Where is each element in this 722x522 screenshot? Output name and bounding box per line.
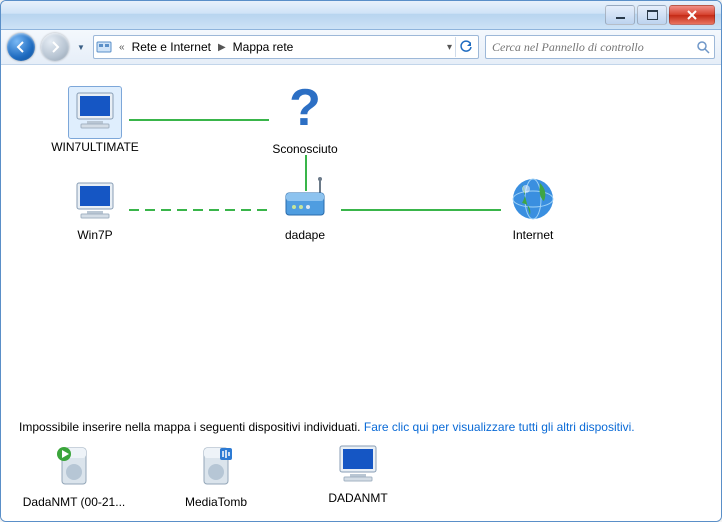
- control-panel-icon: [96, 39, 112, 55]
- nav-history-dropdown[interactable]: ▼: [75, 43, 87, 52]
- network-map: WIN7ULTIMATE ? Sconosciuto Win7P: [35, 83, 699, 318]
- device-dadanmt[interactable]: DADANMT: [303, 442, 413, 509]
- computer-icon: [71, 89, 119, 133]
- question-icon: ?: [281, 81, 329, 137]
- device-label: MediaTomb: [161, 495, 271, 509]
- node-win7p[interactable]: Win7P: [45, 179, 145, 242]
- device-dadanmt-0021[interactable]: DadaNMT (00-21...: [19, 442, 129, 509]
- connection-line: [341, 209, 501, 211]
- connection-line: [129, 119, 269, 121]
- node-router[interactable]: dadape: [255, 177, 355, 242]
- device-mediatomb[interactable]: MediaTomb: [161, 442, 271, 509]
- node-label: dadape: [255, 228, 355, 242]
- content-area: WIN7ULTIMATE ? Sconosciuto Win7P: [1, 65, 721, 521]
- maximize-button[interactable]: [637, 5, 667, 25]
- minimize-button[interactable]: [605, 5, 635, 25]
- chevron-right-icon: ▶: [215, 42, 229, 53]
- device-label: DADANMT: [303, 491, 413, 505]
- breadcrumb-root[interactable]: «: [116, 42, 128, 53]
- back-button[interactable]: [7, 33, 35, 61]
- search-icon: [696, 40, 710, 54]
- media-device-icon: [192, 442, 240, 490]
- show-all-devices-link[interactable]: Fare clic qui per visualizzare tutti gli…: [364, 420, 635, 434]
- media-device-icon: [50, 442, 98, 490]
- node-label: Win7P: [45, 228, 145, 242]
- breadcrumb-part2[interactable]: Mappa rete: [233, 40, 294, 54]
- router-icon: [278, 177, 332, 223]
- footer: Impossibile inserire nella mappa i segue…: [19, 420, 703, 509]
- svg-text:?: ?: [289, 81, 321, 137]
- breadcrumb-part1[interactable]: Rete e Internet: [132, 40, 211, 54]
- connection-line-dashed: [129, 209, 269, 211]
- computer-icon: [334, 442, 382, 486]
- footer-message: Impossibile inserire nella mappa i segue…: [19, 420, 361, 434]
- window: ▼ « Rete e Internet ▶ Mappa rete ▾: [0, 0, 722, 522]
- address-bar[interactable]: « Rete e Internet ▶ Mappa rete ▾: [93, 35, 479, 59]
- device-label: DadaNMT (00-21...: [19, 495, 129, 509]
- titlebar: [1, 1, 721, 30]
- node-label: WIN7ULTIMATE: [45, 140, 145, 154]
- node-label: Internet: [483, 228, 583, 242]
- node-internet[interactable]: Internet: [483, 175, 583, 242]
- node-win7ultimate[interactable]: WIN7ULTIMATE: [45, 87, 145, 154]
- node-label: Sconosciuto: [255, 142, 355, 156]
- search-input[interactable]: [490, 39, 696, 56]
- navbar: ▼ « Rete e Internet ▶ Mappa rete ▾: [1, 30, 721, 65]
- forward-button[interactable]: [41, 33, 69, 61]
- address-dropdown[interactable]: ▾: [444, 42, 455, 53]
- refresh-button[interactable]: [455, 37, 476, 57]
- computer-icon: [71, 179, 119, 223]
- node-unknown[interactable]: ? Sconosciuto: [255, 81, 355, 156]
- globe-icon: [508, 175, 558, 223]
- search-box[interactable]: [485, 35, 715, 59]
- close-button[interactable]: [669, 5, 715, 25]
